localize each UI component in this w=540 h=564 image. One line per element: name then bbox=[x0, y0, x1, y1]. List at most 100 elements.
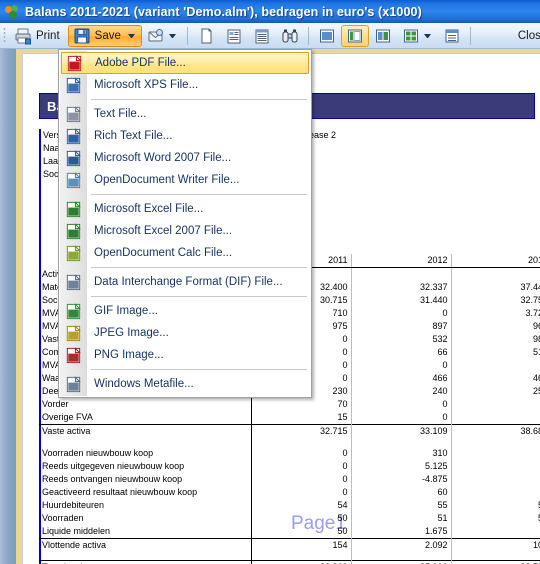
find-button[interactable] bbox=[276, 25, 304, 47]
menu-item[interactable]: JPEG Image... bbox=[59, 322, 311, 344]
page-list-button[interactable] bbox=[248, 25, 276, 47]
ods-calc-icon bbox=[63, 244, 84, 263]
table-cell-value: 66 bbox=[350, 345, 451, 359]
toolbar-grip[interactable] bbox=[3, 27, 6, 44]
view-dropdown-caret-icon[interactable] bbox=[423, 33, 431, 38]
ods-calc-icon bbox=[66, 244, 81, 261]
xps-icon bbox=[66, 76, 81, 93]
table-row-label: Voorraden bbox=[42, 512, 84, 523]
menu-item-label: Microsoft Excel 2007 File... bbox=[94, 225, 233, 237]
view-two-pages-button[interactable] bbox=[369, 25, 397, 47]
word-icon bbox=[66, 149, 81, 166]
table-cell-value: 51 bbox=[350, 511, 451, 525]
table-cell-value: 0 bbox=[450, 397, 540, 411]
export-button[interactable] bbox=[142, 25, 183, 47]
menu-item-label: Adobe PDF File... bbox=[95, 57, 186, 69]
page-header-button[interactable] bbox=[220, 25, 248, 47]
save-dropdown-caret-icon[interactable] bbox=[127, 33, 135, 38]
table-cell-value: 0 bbox=[450, 485, 540, 499]
table-row: Totaal activa32.86935.20038.786 bbox=[39, 560, 540, 564]
export-dropdown-caret-icon[interactable] bbox=[168, 33, 176, 38]
print-preview-window: Balans 2011-2021 (variant 'Demo.alm'), b… bbox=[0, 0, 540, 564]
menu-item[interactable]: Windows Metafile... bbox=[59, 373, 311, 395]
menu-item[interactable]: GIF Image... bbox=[59, 300, 311, 322]
text-file-icon bbox=[63, 105, 84, 124]
excel-icon bbox=[63, 200, 84, 219]
print-button[interactable]: Print bbox=[9, 25, 68, 47]
metafile-icon bbox=[66, 375, 81, 392]
view-single-page-button[interactable] bbox=[313, 25, 341, 47]
menu-item[interactable]: Microsoft Word 2007 File... bbox=[59, 147, 311, 169]
table-cell-value: 0 bbox=[450, 358, 540, 372]
menu-item-label: Data Interchange Format (DIF) File... bbox=[94, 276, 283, 288]
table-cell-value: 15 bbox=[250, 410, 351, 424]
table-row-label: Vaste activa bbox=[39, 423, 251, 438]
page-setup-button[interactable] bbox=[192, 25, 220, 47]
save-button[interactable]: Save bbox=[67, 24, 142, 47]
table-cell-value: 0 bbox=[250, 446, 351, 460]
table-cell-value bbox=[250, 437, 351, 447]
table-cell-value bbox=[450, 551, 540, 561]
table-cell-value: 32.337 bbox=[350, 280, 451, 294]
table-cell-value: 35.200 bbox=[350, 560, 451, 564]
table-cell-value: 32.715 bbox=[250, 423, 351, 438]
table-cell-value: 54 bbox=[250, 498, 351, 512]
floppy-disk-icon bbox=[74, 28, 90, 43]
page-list-icon bbox=[255, 29, 269, 43]
table-cell-value bbox=[350, 267, 451, 281]
png-image-icon bbox=[63, 346, 84, 365]
table-row-label: Vlottende activa bbox=[39, 537, 251, 552]
view-multi-pages-button[interactable] bbox=[397, 25, 438, 47]
toolbar-separator-3 bbox=[469, 26, 471, 45]
envelope-export-icon bbox=[148, 28, 163, 41]
table-cell-value: 50 bbox=[250, 524, 351, 538]
table-cell-value: 0 bbox=[350, 358, 451, 372]
table-row bbox=[39, 437, 540, 447]
excel-icon bbox=[66, 200, 81, 217]
four-pages-icon bbox=[403, 29, 418, 42]
save-button-label: Save bbox=[94, 29, 121, 42]
table-cell-value: 54 bbox=[450, 498, 540, 512]
dif-icon bbox=[66, 273, 81, 290]
table-cell-value: 0 bbox=[450, 410, 540, 424]
close-button[interactable]: Close bbox=[507, 27, 540, 45]
table-cell-value: 106 bbox=[450, 537, 540, 552]
table-row: Huurdebiteuren 545554 bbox=[39, 498, 540, 512]
view-whole-page-button[interactable] bbox=[340, 24, 369, 47]
gif-image-icon bbox=[63, 302, 84, 321]
page-icon bbox=[201, 28, 212, 43]
table-cell-value: 250 bbox=[450, 384, 540, 398]
menu-item[interactable]: Microsoft Excel File... bbox=[59, 198, 311, 220]
table-cell-value: 38.786 bbox=[450, 560, 540, 564]
table-row-label: Voorraden nieuwbouw koop bbox=[42, 447, 154, 458]
rich-text-icon bbox=[66, 127, 81, 144]
gif-image-icon bbox=[66, 302, 81, 319]
dif-icon bbox=[63, 273, 84, 292]
menu-item[interactable]: PNG Image... bbox=[59, 344, 311, 366]
menu-item[interactable]: Microsoft XPS File... bbox=[59, 74, 311, 96]
menu-item[interactable]: Text File... bbox=[59, 103, 311, 125]
menu-item-label: JPEG Image... bbox=[94, 327, 169, 339]
whole-page-icon bbox=[347, 29, 362, 42]
menu-item-label: OpenDocument Calc File... bbox=[94, 247, 233, 259]
menu-item[interactable]: Rich Text File... bbox=[59, 125, 311, 147]
table-cell-value: 897 bbox=[350, 319, 451, 333]
menu-item[interactable]: OpenDocument Writer File... bbox=[59, 169, 311, 191]
table-cell-value: 0 bbox=[450, 472, 540, 486]
view-zoom-button[interactable] bbox=[438, 25, 466, 47]
menu-item-label: PNG Image... bbox=[94, 349, 164, 361]
two-pages-icon bbox=[375, 29, 390, 42]
table-cell-value: 32.755 bbox=[450, 293, 540, 307]
menu-item-label: Microsoft Excel File... bbox=[94, 203, 204, 215]
table-row: Liquide middelen 501.6750 bbox=[39, 524, 540, 538]
table-cell-value: 0 bbox=[450, 524, 540, 538]
menu-item[interactable]: Adobe PDF File... bbox=[61, 52, 309, 74]
table-row: Overige FVA1500 bbox=[39, 410, 540, 424]
print-button-label: Print bbox=[36, 29, 60, 42]
menu-item[interactable]: Data Interchange Format (DIF) File... bbox=[59, 271, 311, 293]
xps-icon bbox=[63, 76, 84, 95]
menu-item[interactable]: Microsoft Excel 2007 File... bbox=[59, 220, 311, 242]
table-cell-value: -4.875 bbox=[350, 472, 451, 486]
menu-item[interactable]: OpenDocument Calc File... bbox=[59, 242, 311, 264]
vertical-scrollbar[interactable] bbox=[0, 49, 16, 564]
